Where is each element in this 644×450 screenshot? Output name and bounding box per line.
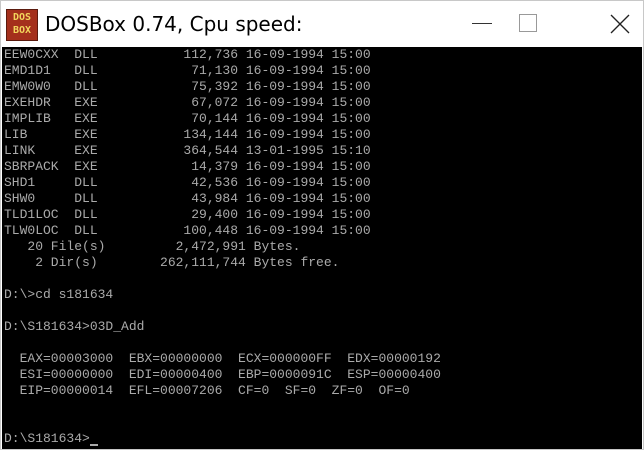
window-title: DOSBox 0.74, Cpu speed: bbox=[45, 12, 303, 36]
console-line: D:\S181634> bbox=[4, 431, 90, 446]
console-line: IMPLIB EXE 70,144 16-09-1994 15:00 bbox=[4, 111, 371, 126]
console-line: TLW0LOC DLL 100,448 16-09-1994 15:00 bbox=[4, 223, 371, 238]
close-icon bbox=[610, 14, 630, 34]
console-line: 2 Dir(s) 262,111,744 Bytes free. bbox=[4, 255, 340, 270]
icon-text-top: DOS bbox=[12, 12, 32, 23]
console-line: D:\>cd s181634 bbox=[4, 287, 114, 302]
console-line: 20 File(s) 2,472,991 Bytes. bbox=[4, 239, 301, 254]
text-cursor bbox=[89, 444, 98, 446]
console-line: LINK EXE 364,544 13-01-1995 15:10 bbox=[4, 143, 371, 158]
console-line: EXEHDR EXE 67,072 16-09-1994 15:00 bbox=[4, 95, 371, 110]
console-line: TLD1LOC DLL 29,400 16-09-1994 15:00 bbox=[4, 207, 371, 222]
console-line: SBRPACK EXE 14,379 16-09-1994 15:00 bbox=[4, 159, 371, 174]
console-line: EAX=00003000 EBX=00000000 ECX=000000FF E… bbox=[4, 351, 441, 366]
dos-console[interactable]: EEW0CXX DLL 112,736 16-09-1994 15:00 EMD1… bbox=[2, 47, 642, 449]
dosbox-window: DOS BOX DOSBox 0.74, Cpu speed: EEW0CXX … bbox=[0, 0, 644, 450]
console-line: EMD1D1 DLL 71,130 16-09-1994 15:00 bbox=[4, 63, 371, 78]
console-line: D:\S181634>03D_Add bbox=[4, 319, 145, 334]
console-line: ESI=00000000 EDI=00000400 EBP=0000091C E… bbox=[4, 367, 441, 382]
console-line: EIP=00000014 EFL=00007206 CF=0 SF=0 ZF=0… bbox=[4, 383, 410, 398]
minimize-button[interactable] bbox=[459, 1, 505, 47]
console-line: SHW0 DLL 43,984 16-09-1994 15:00 bbox=[4, 191, 371, 206]
console-line: EEW0CXX DLL 112,736 16-09-1994 15:00 bbox=[4, 47, 371, 62]
console-line: EMW0W0 DLL 75,392 16-09-1994 15:00 bbox=[4, 79, 371, 94]
icon-text-bottom: BOX bbox=[12, 25, 32, 36]
title-bar[interactable]: DOS BOX DOSBox 0.74, Cpu speed: bbox=[1, 1, 643, 47]
close-button[interactable] bbox=[597, 1, 643, 47]
maximize-icon bbox=[519, 14, 537, 32]
minimize-icon bbox=[472, 23, 492, 24]
console-line: LIB EXE 134,144 16-09-1994 15:00 bbox=[4, 127, 371, 142]
dosbox-icon[interactable]: DOS BOX bbox=[6, 9, 38, 41]
maximize-button[interactable] bbox=[505, 1, 551, 47]
console-line: SHD1 DLL 42,536 16-09-1994 15:00 bbox=[4, 175, 371, 190]
